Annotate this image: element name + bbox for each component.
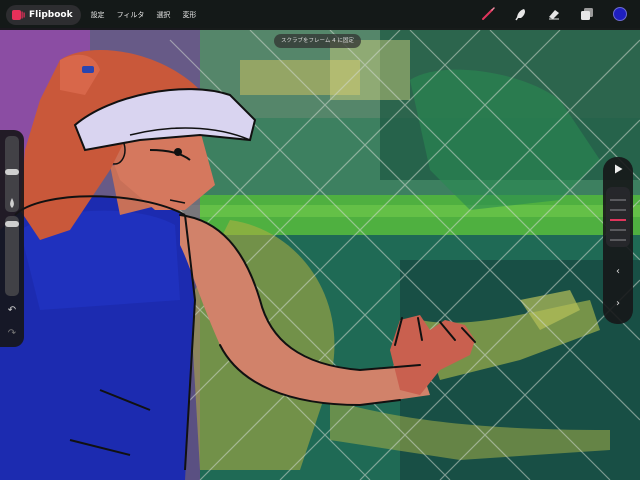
next-frame-icon: › [616, 298, 620, 309]
tool-group [480, 6, 628, 22]
brush-size-slider[interactable] [5, 136, 19, 212]
menu-filter[interactable]: フィルタ [117, 10, 145, 20]
drawing-canvas[interactable] [0, 0, 640, 480]
eraser-tool-button[interactable] [546, 6, 562, 22]
top-toolbar: Flipbook 設定 フィルタ 選択 変形 [0, 0, 640, 30]
left-sidebar: ↶ ↷ [0, 130, 24, 347]
brush-icon [482, 7, 495, 20]
smudge-icon [515, 9, 525, 21]
app-menu-button[interactable]: Flipbook [6, 5, 81, 25]
frame-tick [610, 239, 626, 241]
layers-icon [581, 8, 593, 20]
menu-select[interactable]: 選択 [156, 10, 170, 20]
brush-size-preview-icon [10, 198, 14, 208]
flipbook-logo-icon [12, 10, 25, 20]
frame-tick [610, 229, 626, 231]
redo-icon: ↷ [7, 328, 17, 339]
layers-tool-button[interactable] [579, 6, 595, 22]
play-button[interactable] [610, 163, 626, 179]
frame-strip[interactable] [606, 187, 630, 247]
brush-size-handle[interactable] [5, 169, 19, 175]
previous-frame-icon: ‹ [616, 266, 620, 277]
frame-panel: ‹ › [603, 157, 633, 324]
color-swatch [613, 7, 627, 21]
redo-button[interactable]: ↷ [4, 327, 20, 341]
previous-frame-button[interactable]: ‹ [610, 264, 626, 280]
current-frame-tick [610, 219, 626, 221]
frame-tick [610, 199, 626, 201]
scrub-hint-toast: スクラブをフレーム 4 に固定 [274, 34, 361, 48]
brush-tool-button[interactable] [480, 6, 496, 22]
color-picker-button[interactable] [612, 6, 628, 22]
menu-transform[interactable]: 変形 [182, 10, 196, 20]
undo-icon: ↶ [7, 305, 17, 316]
next-frame-button[interactable]: › [610, 296, 626, 312]
frame-tick [610, 209, 626, 211]
play-icon [615, 164, 623, 174]
eraser-icon [549, 10, 559, 20]
brush-opacity-slider[interactable] [5, 216, 19, 296]
smudge-tool-button[interactable] [513, 6, 529, 22]
undo-button[interactable]: ↶ [4, 304, 20, 318]
brush-opacity-handle[interactable] [5, 221, 19, 227]
app-name: Flipbook [29, 10, 73, 20]
menu-settings[interactable]: 設定 [91, 10, 105, 20]
